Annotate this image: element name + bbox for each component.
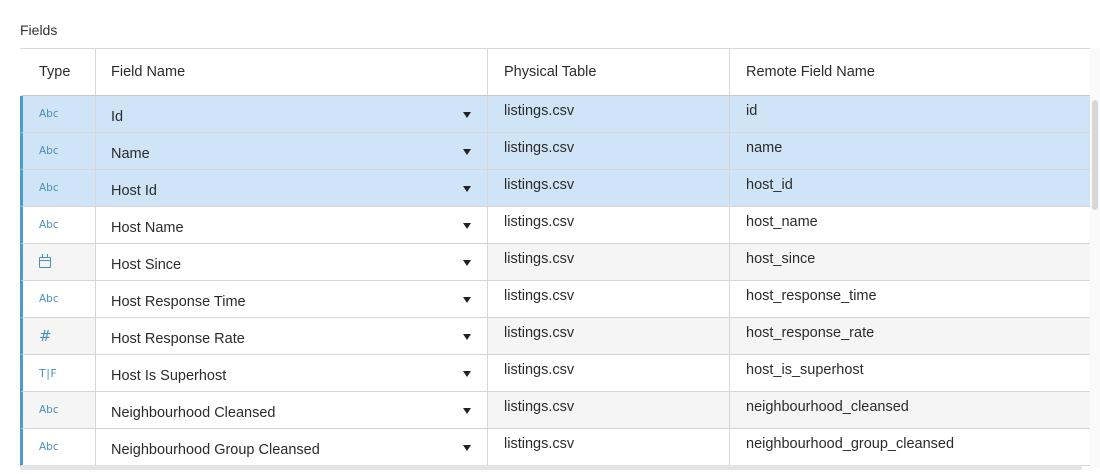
column-header-remote-field-name[interactable]: Remote Field Name bbox=[730, 49, 1090, 95]
chevron-down-icon[interactable] bbox=[463, 112, 471, 118]
field-name-label: Host Id bbox=[111, 182, 157, 199]
string-type-icon: Abc bbox=[39, 219, 59, 231]
string-type-icon: Abc bbox=[39, 293, 59, 305]
section-title: Fields bbox=[20, 22, 58, 38]
field-name-cell[interactable]: Name bbox=[96, 133, 488, 169]
string-type-icon: Abc bbox=[39, 441, 59, 453]
string-type-icon: Abc bbox=[39, 145, 59, 157]
field-name-cell[interactable]: Host Is Superhost bbox=[96, 355, 488, 391]
table-row[interactable]: Abc Host Response Time listings.csv host_re… bbox=[20, 281, 1090, 318]
physical-table-cell: listings.csv bbox=[488, 392, 730, 428]
remote-field-name-cell: neighbourhood_cleansed bbox=[746, 399, 909, 415]
field-name-label: Host Is Superhost bbox=[111, 367, 227, 384]
physical-table-cell: listings.csv bbox=[488, 429, 730, 465]
type-cell[interactable]: Abc bbox=[23, 429, 96, 465]
physical-table-cell: listings.csv bbox=[488, 170, 730, 206]
type-cell[interactable]: # bbox=[23, 318, 96, 354]
chevron-down-icon[interactable] bbox=[463, 297, 471, 303]
table-row[interactable]: Abc Neighbourhood Cleansed listings.csv nei… bbox=[20, 392, 1090, 429]
horizontal-scrollbar[interactable] bbox=[20, 465, 1082, 470]
chevron-down-icon[interactable] bbox=[463, 260, 471, 266]
physical-table-cell: listings.csv bbox=[488, 96, 730, 132]
type-cell[interactable]: Abc bbox=[23, 281, 96, 317]
remote-field-name-cell: id bbox=[746, 103, 758, 119]
physical-table-cell: listings.csv bbox=[488, 207, 730, 243]
table-row[interactable]: Abc Host Name listings.csv host_name bbox=[20, 207, 1090, 244]
physical-table-cell: listings.csv bbox=[488, 244, 730, 280]
grid-body: Abc Id listings.csv id Abc Name listings.csv na… bbox=[20, 96, 1090, 466]
type-cell[interactable]: Abc bbox=[23, 392, 96, 428]
string-type-icon: Abc bbox=[39, 404, 59, 416]
fields-grid: Type Field Name Physical Table Remote Fi… bbox=[20, 48, 1090, 469]
field-name-cell[interactable]: Id bbox=[96, 96, 488, 132]
field-name-label: Name bbox=[111, 145, 150, 162]
chevron-down-icon[interactable] bbox=[463, 408, 471, 414]
chevron-down-icon[interactable] bbox=[463, 371, 471, 377]
field-name-label: Neighbourhood Group Cleansed bbox=[111, 441, 320, 458]
physical-table-cell: listings.csv bbox=[488, 133, 730, 169]
column-header-field-name[interactable]: Field Name bbox=[96, 49, 488, 95]
table-row[interactable]: Abc Name listings.csv name bbox=[20, 133, 1090, 170]
field-name-label: Host Name bbox=[111, 219, 184, 236]
string-type-icon: Abc bbox=[39, 182, 59, 194]
physical-table-cell: listings.csv bbox=[488, 355, 730, 391]
field-name-label: Host Since bbox=[111, 256, 182, 273]
type-cell[interactable] bbox=[23, 244, 96, 280]
vertical-scroll-thumb[interactable] bbox=[1092, 100, 1098, 210]
column-header-physical-table[interactable]: Physical Table bbox=[488, 49, 730, 95]
chevron-down-icon[interactable] bbox=[463, 334, 471, 340]
remote-field-name-cell: host_id bbox=[746, 177, 793, 193]
field-name-cell[interactable]: Host Name bbox=[96, 207, 488, 243]
field-name-cell[interactable]: Host Response Time bbox=[96, 281, 488, 317]
type-cell[interactable]: Abc bbox=[23, 170, 96, 206]
type-cell[interactable]: Abc bbox=[23, 207, 96, 243]
string-type-icon: Abc bbox=[39, 108, 59, 120]
physical-table-cell: listings.csv bbox=[488, 281, 730, 317]
date-type-icon bbox=[39, 253, 51, 268]
remote-field-name-cell: host_since bbox=[746, 251, 816, 267]
column-header-type[interactable]: Type bbox=[23, 49, 96, 95]
chevron-down-icon[interactable] bbox=[463, 149, 471, 155]
field-name-label: Host Response Time bbox=[111, 293, 246, 310]
chevron-down-icon[interactable] bbox=[463, 445, 471, 451]
remote-field-name-cell: host_response_time bbox=[746, 288, 877, 304]
field-name-cell[interactable]: Host Response Rate bbox=[96, 318, 488, 354]
remote-field-name-cell: host_name bbox=[746, 214, 818, 230]
type-cell[interactable]: Abc bbox=[23, 133, 96, 169]
type-cell[interactable]: T|F bbox=[23, 355, 96, 391]
field-name-label: Host Response Rate bbox=[111, 330, 245, 347]
field-name-cell[interactable]: Neighbourhood Group Cleansed bbox=[96, 429, 488, 465]
table-row[interactable]: Abc Host Id listings.csv host_id bbox=[20, 170, 1090, 207]
chevron-down-icon[interactable] bbox=[463, 186, 471, 192]
field-name-cell[interactable]: Host Id bbox=[96, 170, 488, 206]
physical-table-cell: listings.csv bbox=[488, 318, 730, 354]
number-type-icon: # bbox=[39, 327, 52, 345]
grid-header-row: Type Field Name Physical Table Remote Fi… bbox=[20, 49, 1090, 96]
remote-field-name-cell: neighbourhood_group_cleansed bbox=[746, 436, 955, 452]
boolean-type-icon: T|F bbox=[39, 366, 58, 380]
remote-field-name-cell: name bbox=[746, 140, 783, 156]
remote-field-name-cell: host_is_superhost bbox=[746, 362, 864, 378]
remote-field-name-cell: host_response_rate bbox=[746, 325, 875, 341]
type-cell[interactable]: Abc bbox=[23, 96, 96, 132]
chevron-down-icon[interactable] bbox=[463, 223, 471, 229]
table-row[interactable]: Abc Neighbourhood Group Cleansed listings.… bbox=[20, 429, 1090, 466]
table-row[interactable]: Host Since listings.csv host_since bbox=[20, 244, 1090, 281]
field-name-cell[interactable]: Neighbourhood Cleansed bbox=[96, 392, 488, 428]
table-row[interactable]: Abc Id listings.csv id bbox=[20, 96, 1090, 133]
table-row[interactable]: T|F Host Is Superhost listings.csv host_is_… bbox=[20, 355, 1090, 392]
field-name-cell[interactable]: Host Since bbox=[96, 244, 488, 280]
vertical-scrollbar[interactable] bbox=[1090, 48, 1100, 468]
field-name-label: Id bbox=[111, 108, 124, 125]
field-name-label: Neighbourhood Cleansed bbox=[111, 404, 276, 421]
table-row[interactable]: # Host Response Rate listings.csv host_resp… bbox=[20, 318, 1090, 355]
